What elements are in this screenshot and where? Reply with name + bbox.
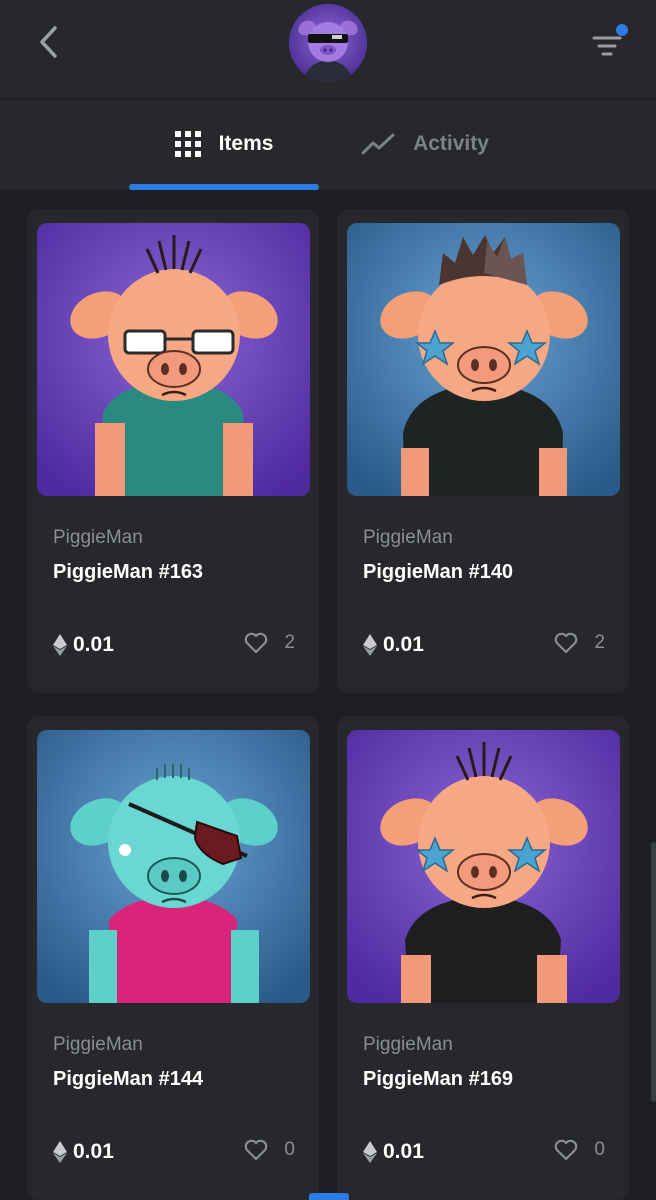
- price-value: 0.01: [73, 1140, 114, 1163]
- collection-name: PiggieMan: [363, 1034, 453, 1055]
- nft-card[interactable]: PiggieMan PiggieMan #163 0.01 2: [27, 209, 319, 693]
- heart-icon[interactable]: [244, 1139, 268, 1161]
- collection-avatar[interactable]: [289, 4, 367, 82]
- active-tab-indicator: [129, 184, 319, 190]
- item-name: PiggieMan #144: [53, 1068, 204, 1090]
- nft-card[interactable]: PiggieMan PiggieMan #144 0.01 0: [27, 716, 319, 1200]
- chart-line-icon: [361, 132, 395, 156]
- price-value: 0.01: [383, 633, 424, 656]
- heart-icon[interactable]: [244, 632, 268, 654]
- nft-card[interactable]: PiggieMan PiggieMan #140 0.01 2: [337, 209, 629, 693]
- nft-image: [347, 223, 620, 496]
- tab-items[interactable]: Items: [129, 100, 319, 188]
- tab-activity[interactable]: Activity: [340, 100, 510, 188]
- grid-icon: [174, 131, 201, 157]
- filter-button[interactable]: [588, 24, 630, 60]
- likes-count: 0: [594, 1139, 605, 1160]
- filter-badge: [616, 24, 628, 36]
- tab-activity-label: Activity: [413, 132, 489, 155]
- nft-card[interactable]: PiggieMan PiggieMan #169 0.01 0: [337, 716, 629, 1200]
- items-grid: PiggieMan PiggieMan #163 0.01 2 PiggieMa…: [0, 191, 656, 1200]
- bottom-handle[interactable]: [309, 1193, 349, 1200]
- likes: 0: [244, 1139, 295, 1161]
- nft-image: [37, 730, 310, 1003]
- price: 0.01: [363, 633, 424, 657]
- price-value: 0.01: [383, 1140, 424, 1163]
- heart-icon[interactable]: [554, 1139, 578, 1161]
- nft-image: [37, 223, 310, 496]
- likes-count: 0: [284, 1139, 295, 1160]
- likes: 2: [244, 632, 295, 654]
- item-name: PiggieMan #169: [363, 1068, 514, 1090]
- collection-name: PiggieMan: [53, 1034, 143, 1055]
- nft-image: [347, 730, 620, 1003]
- pig-avatar-icon: [289, 4, 367, 82]
- ethereum-icon: [363, 1141, 377, 1163]
- likes-count: 2: [284, 632, 295, 653]
- scrollbar[interactable]: [651, 842, 656, 1102]
- collection-name: PiggieMan: [363, 527, 453, 548]
- price: 0.01: [53, 1140, 114, 1164]
- top-bar: [0, 0, 656, 98]
- collection-name: PiggieMan: [53, 527, 143, 548]
- ethereum-icon: [53, 1141, 67, 1163]
- price: 0.01: [53, 633, 114, 657]
- price-value: 0.01: [73, 633, 114, 656]
- chevron-left-icon: [37, 24, 59, 65]
- back-button[interactable]: [28, 24, 68, 64]
- price: 0.01: [363, 1140, 424, 1164]
- tab-bar: Items Activity: [0, 100, 656, 191]
- heart-icon[interactable]: [554, 632, 578, 654]
- item-name: PiggieMan #163: [53, 561, 204, 583]
- tab-items-label: Items: [218, 132, 274, 155]
- likes: 0: [554, 1139, 605, 1161]
- likes: 2: [554, 632, 605, 654]
- likes-count: 2: [594, 632, 605, 653]
- ethereum-icon: [53, 634, 67, 656]
- ethereum-icon: [363, 634, 377, 656]
- item-name: PiggieMan #140: [363, 561, 514, 583]
